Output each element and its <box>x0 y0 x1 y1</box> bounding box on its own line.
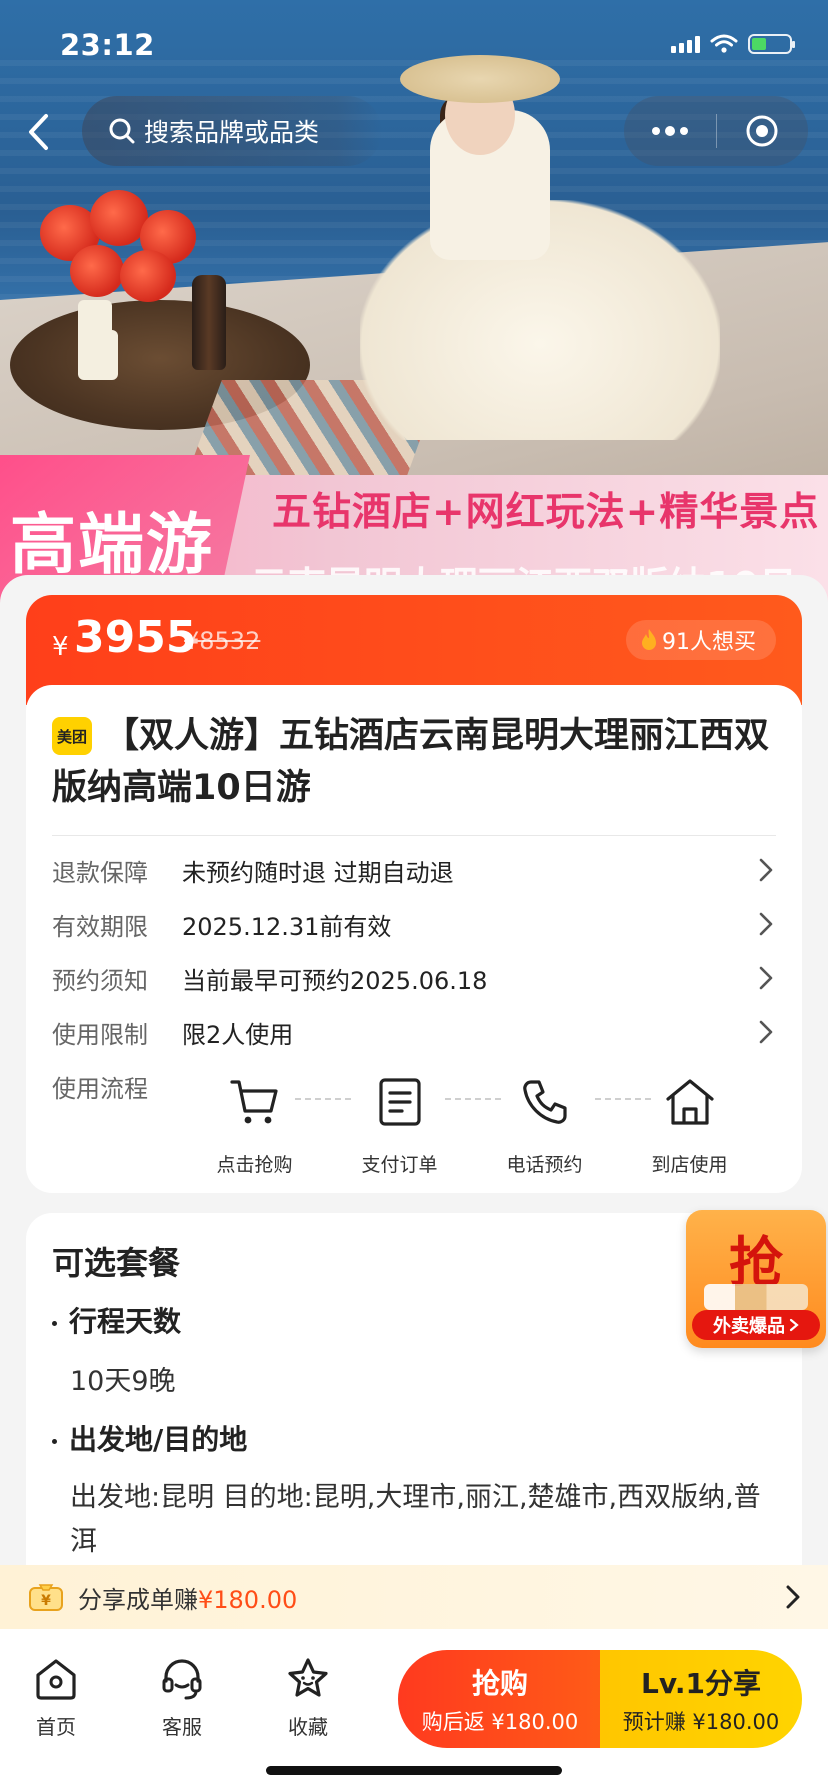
food-cups-image <box>704 1284 808 1310</box>
tab-home[interactable]: 首页 <box>6 1655 106 1740</box>
detail-label: 有效期限 <box>52 912 148 941</box>
process-step-label: 点击抢购 <box>216 1154 293 1176</box>
close-miniapp-button[interactable] <box>717 96 809 166</box>
search-bar[interactable]: 搜索品牌或品类 <box>82 96 382 166</box>
detail-label: 预约须知 <box>52 966 148 995</box>
want-count-badge: 91人想买 <box>626 620 776 660</box>
package-value-days: 10天9晚 <box>70 1366 176 1397</box>
document-icon <box>378 1070 422 1134</box>
tab-label: 客服 <box>162 1715 202 1739</box>
process-step-label: 到店使用 <box>651 1154 728 1176</box>
candle <box>78 330 118 380</box>
tab-favorite[interactable]: 收藏 <box>258 1655 358 1740</box>
chevron-right-icon <box>756 904 776 944</box>
detail-label: 使用流程 <box>52 1074 148 1103</box>
price-currency: ¥ <box>52 632 69 662</box>
rose-flower <box>120 250 176 302</box>
detail-row-booking[interactable]: 预约须知 当前最早可预约2025.06.18 <box>52 958 776 998</box>
package-heading-days: 行程天数 <box>52 1300 181 1340</box>
more-dots-icon <box>651 126 688 136</box>
back-button[interactable] <box>16 110 60 154</box>
process-step: 点击抢购 <box>182 1070 327 1190</box>
share-button[interactable]: Lv.1分享 预计赚 ¥180.00 <box>600 1650 802 1748</box>
target-circle-icon <box>746 115 778 147</box>
detail-value: 当前最早可预约2025.06.18 <box>182 966 488 995</box>
money-bag-icon: ¥ <box>29 1584 63 1611</box>
package-value-route: 出发地:昆明 目的地:昆明,大理市,丽江,楚雄市,西双版纳,普洱 <box>70 1482 761 1557</box>
process-step: 支付订单 <box>327 1070 472 1190</box>
package-title: 可选套餐 <box>52 1244 181 1282</box>
process-step: 到店使用 <box>617 1070 762 1190</box>
battery-icon <box>748 34 795 54</box>
wifi-icon <box>710 34 738 53</box>
tab-customer-service[interactable]: 客服 <box>132 1655 232 1740</box>
process-step: 电话预约 <box>472 1070 617 1190</box>
meituan-logo: 美团 <box>52 717 92 755</box>
home-indicator <box>266 1766 562 1775</box>
detail-row-refund[interactable]: 退款保障 未预约随时退 过期自动退 <box>52 850 776 890</box>
chevron-right-icon <box>756 1012 776 1052</box>
rose-flower <box>70 245 124 297</box>
original-price: ¥8532 <box>184 627 261 655</box>
share-earn-bar[interactable]: ¥ 分享成单赚¥180.00 <box>0 1565 828 1629</box>
package-heading-route: 出发地/目的地 <box>52 1418 247 1458</box>
takeout-promo-badge[interactable]: 抢 外卖爆品 <box>686 1210 826 1348</box>
share-button-label: Lv.1分享 <box>641 1667 761 1700</box>
chevron-right-icon <box>756 850 776 890</box>
chevron-right-icon <box>756 958 776 998</box>
promo-tag: 高端游 <box>10 506 214 583</box>
cart-icon <box>229 1070 281 1134</box>
home-store-icon <box>664 1070 716 1134</box>
process-arrow <box>295 1098 351 1100</box>
share-button-earning: 预计赚 ¥180.00 <box>622 1710 780 1734</box>
promo-headline: 五钻酒店+网红玩法+精华景点 <box>272 490 820 535</box>
favorite-star-icon <box>288 1658 328 1697</box>
process-arrow <box>445 1098 501 1100</box>
detail-row-restriction[interactable]: 使用限制 限2人使用 <box>52 1012 776 1052</box>
flame-icon <box>642 629 656 650</box>
detail-value: 限2人使用 <box>182 1020 294 1049</box>
wine-bottle <box>192 275 226 370</box>
product-title: 【双人游】五钻酒店云南昆明大理丽江西双版纳高端10日游 <box>52 716 770 808</box>
usage-process-steps: 点击抢购 支付订单 电话预约 到店使用 <box>182 1070 762 1190</box>
chevron-right-icon <box>789 1318 799 1332</box>
detail-label: 使用限制 <box>52 1020 148 1049</box>
chevron-right-icon <box>786 1585 800 1609</box>
status-time: 23:12 <box>60 28 155 62</box>
chevron-left-icon <box>29 114 48 150</box>
svg-text:¥: ¥ <box>41 1593 51 1609</box>
detail-row-validity[interactable]: 有效期限 2025.12.31前有效 <box>52 904 776 944</box>
more-menu-button[interactable] <box>624 96 716 166</box>
search-placeholder: 搜索品牌或品类 <box>144 118 320 147</box>
phone-icon <box>521 1070 569 1134</box>
status-icons <box>671 34 795 54</box>
process-step-label: 支付订单 <box>361 1154 438 1176</box>
miniapp-capsule <box>624 96 808 166</box>
search-icon <box>109 118 135 144</box>
detail-value: 未预约随时退 过期自动退 <box>182 858 454 887</box>
cellular-signal-icon <box>671 35 700 53</box>
detail-value: 2025.12.31前有效 <box>182 912 392 941</box>
detail-label: 退款保障 <box>52 858 148 887</box>
buy-button[interactable]: 抢购 购后返 ¥180.00 <box>398 1650 602 1748</box>
share-earn-text: 分享成单赚¥180.00 <box>78 1585 298 1614</box>
takeout-label: 外卖爆品 <box>692 1310 820 1340</box>
tab-label: 首页 <box>36 1715 76 1739</box>
process-step-label: 电话预约 <box>506 1154 583 1176</box>
buy-button-cashback: 购后返 ¥180.00 <box>421 1710 579 1734</box>
divider <box>52 835 776 836</box>
want-count-text: 91人想买 <box>662 630 756 655</box>
service-headset-icon <box>162 1659 202 1700</box>
home-icon <box>36 1659 76 1700</box>
current-price: 3955 <box>74 612 197 663</box>
tab-label: 收藏 <box>288 1715 328 1739</box>
buy-button-label: 抢购 <box>471 1667 528 1700</box>
process-arrow <box>595 1098 651 1100</box>
straw-hat <box>400 55 560 103</box>
